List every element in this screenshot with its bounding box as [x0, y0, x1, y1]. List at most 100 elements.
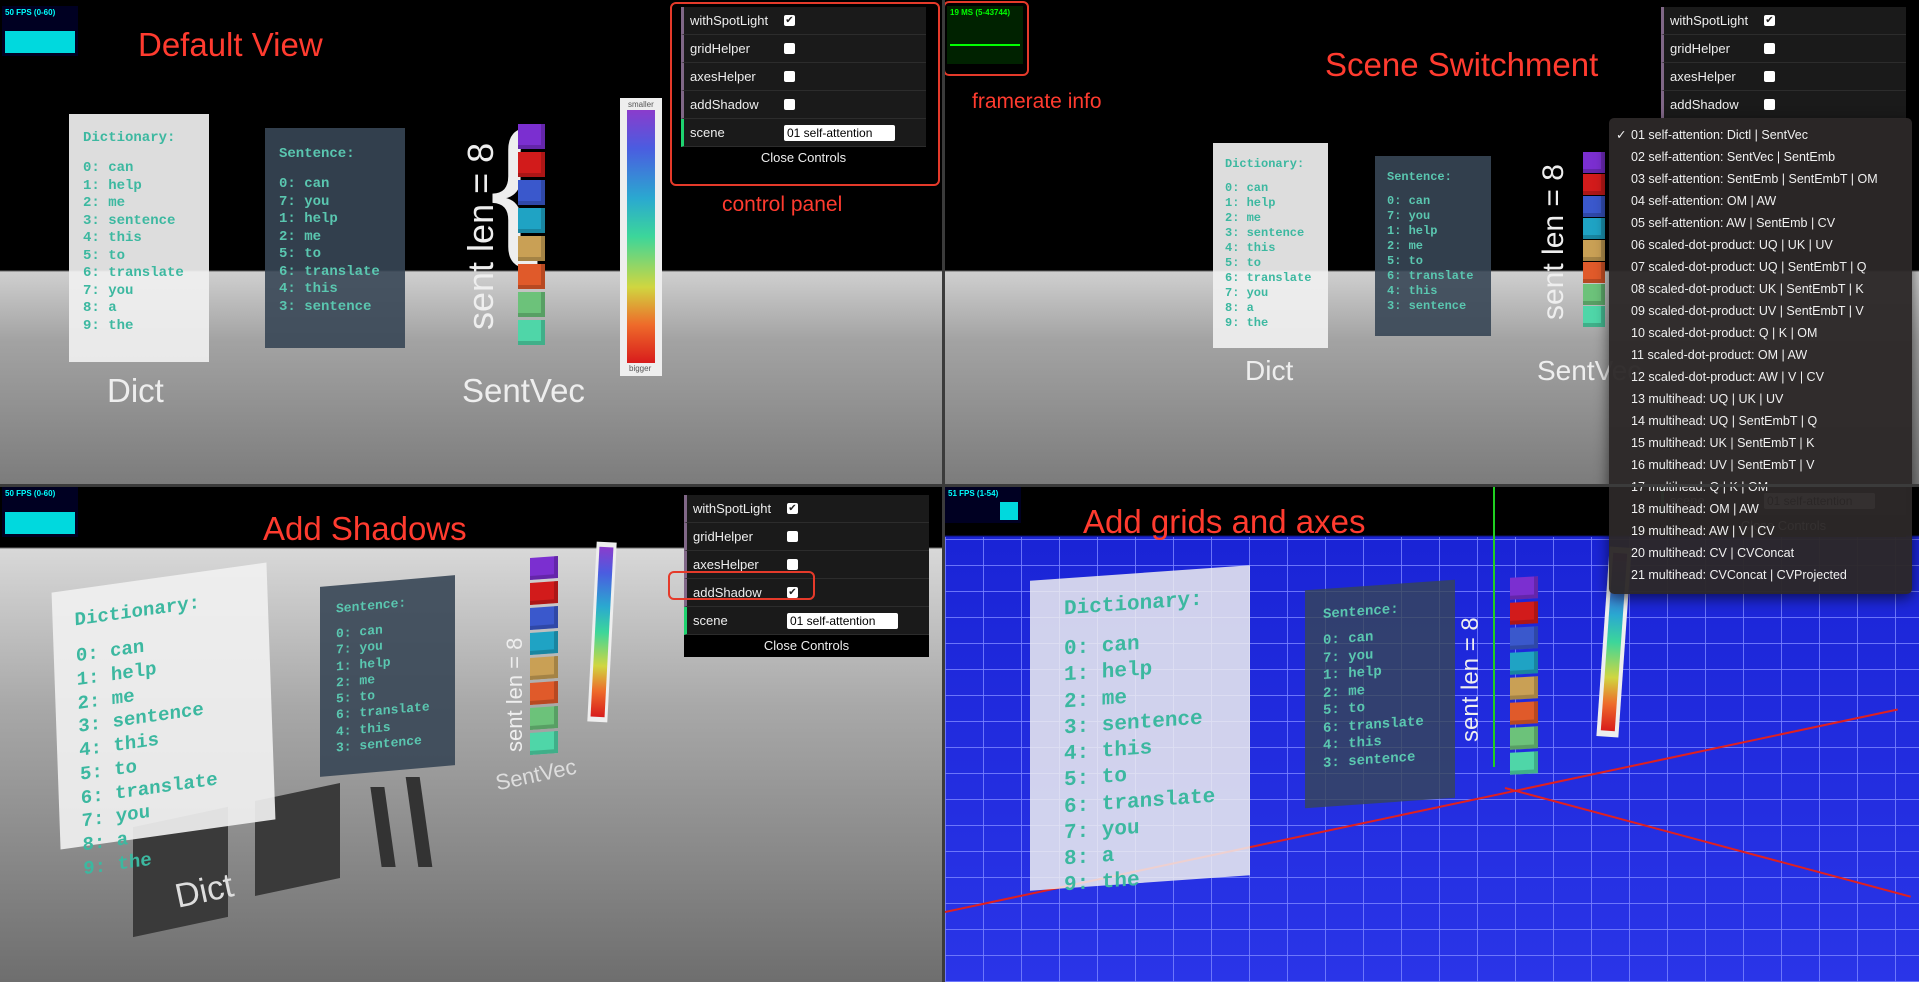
sentvec-cube — [1583, 152, 1605, 173]
dictionary-entry: 1: help — [83, 177, 142, 194]
withspotlight-checkbox[interactable]: ✔ — [1764, 15, 1775, 26]
addshadow-checkbox[interactable] — [1764, 99, 1775, 110]
scene-menu-item[interactable]: 10 scaled-dot-product: Q | K | OM — [1609, 322, 1912, 344]
dictionary-card: Dictionary: 0: can 1: help 2: me 3: sentenc… — [1030, 565, 1250, 898]
scene-menu-item[interactable]: 20 multihead: CV | CVConcat — [1609, 542, 1912, 564]
gridhelper-checkbox[interactable] — [1764, 43, 1775, 54]
sentence-card: Sentence: 0: can 7: you 1: help 2: me 5: to 6… — [1375, 156, 1491, 336]
scene-menu-item[interactable]: 21 multihead: CVConcat | CVProjected — [1609, 564, 1912, 586]
sentence-entry: 1: help — [1387, 224, 1438, 238]
sent-len-label: sent len = 8 — [1457, 617, 1484, 742]
scene-menu-item[interactable]: 19 multihead: AW | V | CV — [1609, 520, 1912, 542]
sentvec-cube — [1510, 676, 1538, 700]
sentvec-label: SentVec — [493, 753, 579, 796]
axeshelper-row[interactable]: axesHelper — [1661, 63, 1906, 91]
scene-menu-item[interactable]: 02 self-attention: SentVec | SentEmb — [1609, 146, 1912, 168]
dictionary-entry: 6: translate — [1225, 271, 1312, 285]
sentence-entry: 7: you — [1387, 209, 1431, 223]
dictionary-entry: 3: sentence — [83, 212, 176, 229]
gridhelper-row[interactable]: gridHelper — [684, 523, 929, 551]
withspotlight-checkbox[interactable]: ✔ — [787, 503, 798, 514]
scene-menu-item[interactable]: 06 scaled-dot-product: UQ | UK | UV — [1609, 234, 1912, 256]
scene-menu-item[interactable]: 05 self-attention: AW | SentEmb | CV — [1609, 212, 1912, 234]
sentence-lines: 0: can 7: you 1: help 2: me 5: to 6: translat… — [1323, 624, 1455, 773]
scene-menu-item[interactable]: 16 multihead: UV | SentEmbT | V — [1609, 454, 1912, 476]
quadrant-default-view: 50 FPS (0-60) Default View Dictionary: 0… — [0, 0, 942, 484]
horizontal-divider — [0, 484, 1919, 487]
addshadow-highlight — [668, 571, 815, 600]
sentvec-cube — [1510, 651, 1538, 675]
sentvec-cube — [518, 124, 545, 149]
scene-menu-item[interactable]: 12 scaled-dot-product: AW | V | CV — [1609, 366, 1912, 388]
axeshelper-checkbox[interactable] — [1764, 71, 1775, 82]
dictionary-entry: 3: sentence — [1225, 226, 1305, 240]
withspotlight-row[interactable]: withSpotLight ✔ — [684, 495, 929, 523]
scene-menu-item[interactable]: 03 self-attention: SentEmb | SentEmbT | … — [1609, 168, 1912, 190]
scene-menu-item[interactable]: 04 self-attention: OM | AW — [1609, 190, 1912, 212]
sentence-entry: 5: to — [1387, 254, 1424, 268]
scene-menu-item[interactable]: 08 scaled-dot-product: UK | SentEmbT | K — [1609, 278, 1912, 300]
dictionary-card: Dictionary: 0: can 1: help 2: me 3: sentenc… — [69, 114, 209, 362]
fps-stats-panel[interactable]: 51 FPS (1-54) — [945, 487, 1021, 523]
sentence-entry: 4: this — [279, 281, 338, 297]
gridhelper-row[interactable]: gridHelper — [1661, 35, 1906, 63]
scene-menu-item[interactable]: 18 multihead: OM | AW — [1609, 498, 1912, 520]
caption-control-panel: control panel — [722, 193, 843, 216]
sentvec-cube — [530, 681, 558, 705]
dictionary-card: Dictionary: 0: can 1: help 2: me 3: sentenc… — [51, 562, 276, 880]
dictionary-entry: 4: this — [1225, 241, 1276, 255]
cube-shadow — [370, 787, 396, 867]
scene-menu-item[interactable]: 11 scaled-dot-product: OM | AW — [1609, 344, 1912, 366]
close-controls-button[interactable]: Close Controls — [684, 635, 929, 657]
sentvec-cube — [1583, 262, 1605, 283]
gridhelper-checkbox[interactable] — [787, 531, 798, 542]
scene-menu-item[interactable]: 13 multihead: UQ | UK | UV — [1609, 388, 1912, 410]
sentvec-cube — [1583, 284, 1605, 305]
sentvec-cube — [530, 731, 558, 755]
sentence-entry: 6: translate — [1387, 269, 1474, 283]
dictionary-title: Dictionary: — [1225, 157, 1305, 171]
sentvec-cube — [518, 180, 545, 205]
withspotlight-row[interactable]: withSpotLight ✔ — [1661, 7, 1906, 35]
scene-menu-item[interactable]: 14 multihead: UQ | SentEmbT | Q — [1609, 410, 1912, 432]
sentence-title: Sentence: — [1387, 170, 1452, 184]
fps-graph — [1000, 502, 1018, 520]
scene-menu-item[interactable]: 01 self-attention: Dictl | SentVec — [1609, 124, 1912, 146]
sentvec-cube — [1510, 701, 1538, 725]
sentence-card: Sentence: 0: can 7: you 1: help 2: me 5: to 6… — [265, 128, 405, 348]
dictionary-entry: 5: to — [83, 247, 126, 264]
dictionary-title: Dictionary: — [1064, 588, 1203, 622]
dict-label: Dict — [107, 372, 164, 409]
withspotlight-label: withSpotLight — [693, 501, 772, 516]
sentvec-cube — [1583, 240, 1605, 261]
sentence-entry: 1: help — [279, 211, 338, 227]
sentence-entry: 4: this — [1387, 284, 1438, 298]
sentvec-cube — [518, 208, 545, 233]
fps-stats-panel[interactable]: 50 FPS (0-60) — [2, 6, 78, 56]
sentence-lines: 0: can 7: you 1: help 2: me 5: to 6: translat… — [279, 176, 405, 316]
dictionary-entry: 6: translate — [83, 265, 184, 281]
withspotlight-label: withSpotLight — [1670, 13, 1749, 28]
dictionary-entry: 1: help — [1225, 196, 1276, 210]
dictionary-entry: 7: you — [1225, 286, 1269, 300]
fps-stats-panel[interactable]: 50 FPS (0-60) — [2, 487, 78, 537]
scene-menu-item[interactable]: 17 multihead: Q | K | OM — [1609, 476, 1912, 498]
sentence-card: Sentence: 0: can 7: you 1: help 2: me 5: to 6… — [320, 575, 455, 777]
addshadow-row[interactable]: addShadow — [1661, 91, 1906, 119]
framerate-highlight — [945, 1, 1029, 76]
sentence-title: Sentence: — [336, 595, 407, 617]
dictionary-title: Dictionary: — [83, 130, 176, 146]
scene-menu-item[interactable]: 15 multihead: UK | SentEmbT | K — [1609, 432, 1912, 454]
scene-dropdown-menu: 01 self-attention: Dictl | SentVec02 sel… — [1609, 118, 1912, 594]
sentvec-cube — [1583, 196, 1605, 217]
sentvec-cube — [1510, 626, 1538, 650]
scene-menu-item[interactable]: 09 scaled-dot-product: UV | SentEmbT | V — [1609, 300, 1912, 322]
fps-graph — [5, 31, 75, 53]
colorbar — [627, 110, 655, 363]
scene-menu-item[interactable]: 07 scaled-dot-product: UQ | SentEmbT | Q — [1609, 256, 1912, 278]
scene-row[interactable]: scene 01 self-attention — [684, 607, 929, 635]
colorbar-shadow — [405, 777, 433, 867]
sentence-entry: 0: can — [279, 176, 330, 192]
axeshelper-checkbox[interactable] — [787, 559, 798, 570]
scene-select[interactable]: 01 self-attention — [787, 612, 898, 629]
